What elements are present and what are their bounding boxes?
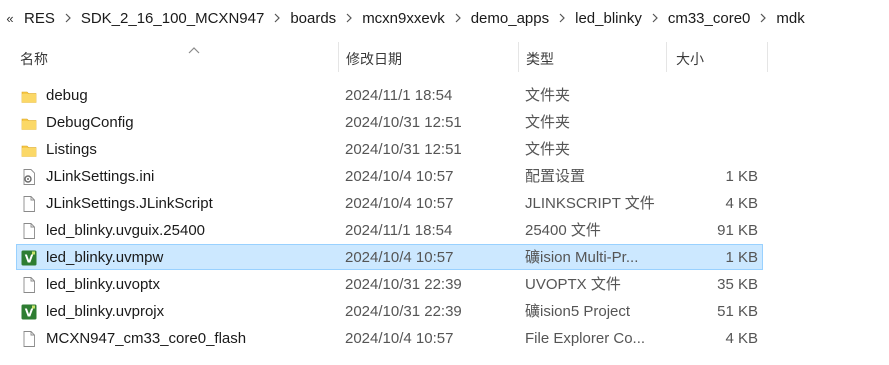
file-row[interactable]: DebugConfig 2024/10/31 12:51 文件夹 [16, 109, 763, 135]
folder-icon [20, 87, 38, 105]
breadcrumb-separator[interactable] [451, 13, 465, 23]
file-date: 2024/10/31 12:51 [345, 141, 462, 158]
chevron-right-icon [652, 13, 658, 23]
file-date: 2024/10/31 12:51 [345, 114, 462, 131]
breadcrumb-overflow-button[interactable]: « [2, 11, 18, 26]
file-type: 文件夹 [525, 114, 571, 131]
file-type: 文件夹 [525, 87, 571, 104]
file-icon [20, 330, 38, 348]
file-type: 文件夹 [525, 141, 571, 158]
file-row[interactable]: Vled_blinky.uvprojx 2024/10/31 22:39 礦isio… [16, 298, 763, 324]
column-header-size-label: 大小 [676, 51, 704, 67]
breadcrumb-separator[interactable] [555, 13, 569, 23]
file-size: 35 KB [717, 276, 758, 293]
column-header-type[interactable]: 类型 [526, 44, 666, 74]
file-name: led_blinky.uvprojx [46, 303, 165, 320]
file-explorer-window: « RES SDK_2_16_100_MCXN947 boards mcxn9xxev… [0, 0, 889, 365]
file-name: Listings [46, 141, 97, 158]
file-name: DebugConfig [46, 114, 134, 131]
breadcrumb-separator[interactable] [61, 13, 75, 23]
column-divider[interactable] [666, 42, 667, 72]
breadcrumb-item[interactable]: cm33_core0 [662, 10, 757, 27]
file-name: JLinkSettings.ini [46, 168, 155, 185]
chevron-right-icon [760, 13, 767, 23]
file-date: 2024/10/4 10:57 [345, 249, 454, 266]
folder-icon [20, 141, 38, 159]
file-size: 1 KB [725, 168, 758, 185]
file-name: led_blinky.uvmpw [46, 249, 164, 266]
breadcrumb-separator[interactable] [270, 13, 284, 23]
chevron-right-icon [274, 13, 281, 23]
file-row[interactable]: debug 2024/11/1 18:54 文件夹 [16, 82, 763, 108]
keil-project-icon: V [20, 249, 38, 267]
file-row[interactable]: led_blinky.uvoptx 2024/10/31 22:39 UVOPTX … [16, 271, 763, 297]
file-row[interactable]: Listings 2024/10/31 12:51 文件夹 [16, 136, 763, 162]
file-size: 4 KB [725, 195, 758, 212]
file-name: MCXN947_cm33_core0_flash [46, 330, 247, 347]
file-icon [20, 276, 38, 294]
chevron-right-icon [65, 13, 71, 23]
breadcrumb-item[interactable]: boards [284, 10, 342, 27]
breadcrumb-separator[interactable] [648, 13, 662, 23]
file-type: 25400 文件 [525, 222, 601, 239]
file-date: 2024/10/31 22:39 [345, 276, 462, 293]
breadcrumb-item[interactable]: demo_apps [465, 10, 555, 27]
column-divider[interactable] [518, 42, 519, 72]
column-divider[interactable] [338, 42, 339, 72]
breadcrumb-item[interactable]: SDK_2_16_100_MCXN947 [75, 10, 270, 27]
file-icon [20, 222, 38, 240]
file-row[interactable]: JLinkSettings.JLinkScript 2024/10/4 10:57… [16, 190, 763, 216]
file-name: debug [46, 87, 88, 104]
breadcrumb: « RES SDK_2_16_100_MCXN947 boards mcxn9xxev… [0, 0, 889, 36]
file-type: JLINKSCRIPT 文件 [525, 195, 655, 212]
column-header: 名称 修改日期 类型 大小 [0, 36, 889, 74]
column-header-type-label: 类型 [526, 51, 554, 67]
file-name: JLinkSettings.JLinkScript [46, 195, 213, 212]
file-size: 4 KB [725, 330, 758, 347]
column-header-name[interactable]: 名称 [20, 44, 338, 74]
breadcrumb-item[interactable]: mdk [770, 10, 810, 27]
column-header-size[interactable]: 大小 [676, 44, 766, 74]
column-header-date-label: 修改日期 [346, 51, 402, 67]
breadcrumb-item[interactable]: RES [18, 10, 61, 27]
file-date: 2024/10/4 10:57 [345, 168, 454, 185]
file-date: 2024/10/4 10:57 [345, 195, 454, 212]
file-date: 2024/10/4 10:57 [345, 330, 454, 347]
file-type: 配置设置 [525, 168, 586, 185]
folder-icon [20, 114, 38, 132]
breadcrumb-item[interactable]: mcxn9xxevk [356, 10, 451, 27]
file-row[interactable]: MCXN947_cm33_core0_flash 2024/10/4 10:57 F… [16, 325, 763, 351]
file-icon [20, 195, 38, 213]
file-date: 2024/10/31 22:39 [345, 303, 462, 320]
file-row[interactable]: Vled_blinky.uvmpw 2024/10/4 10:57 礦ision M… [16, 244, 763, 270]
column-header-name-label: 名称 [20, 51, 48, 67]
column-divider[interactable] [767, 42, 768, 72]
column-header-date[interactable]: 修改日期 [346, 44, 518, 74]
breadcrumb-item[interactable]: led_blinky [569, 10, 648, 27]
file-size: 91 KB [717, 222, 758, 239]
file-size: 51 KB [717, 303, 758, 320]
file-type: 礦ision Multi-Pr... [525, 249, 639, 266]
chevron-right-icon [455, 13, 461, 23]
file-row[interactable]: JLinkSettings.ini 2024/10/4 10:57 配置设置 1 KB [16, 163, 763, 189]
chevron-right-icon [559, 13, 565, 23]
file-date: 2024/11/1 18:54 [345, 222, 453, 239]
keil-project-icon: V [20, 303, 38, 321]
file-date: 2024/11/1 18:54 [345, 87, 453, 104]
file-type: 礦ision5 Project [525, 303, 631, 320]
chevron-right-icon [346, 13, 353, 23]
file-row[interactable]: led_blinky.uvguix.25400 2024/11/1 18:54 25… [16, 217, 763, 243]
file-type: UVOPTX 文件 [525, 276, 621, 293]
breadcrumb-separator[interactable] [342, 13, 356, 23]
file-type: File Explorer Co... [525, 330, 646, 347]
file-name: led_blinky.uvguix.25400 [46, 222, 206, 239]
breadcrumb-separator[interactable] [756, 13, 770, 23]
file-size: 1 KB [725, 249, 758, 266]
settings-file-icon [20, 168, 38, 186]
file-name: led_blinky.uvoptx [46, 276, 160, 293]
sort-ascending-icon [188, 47, 200, 54]
